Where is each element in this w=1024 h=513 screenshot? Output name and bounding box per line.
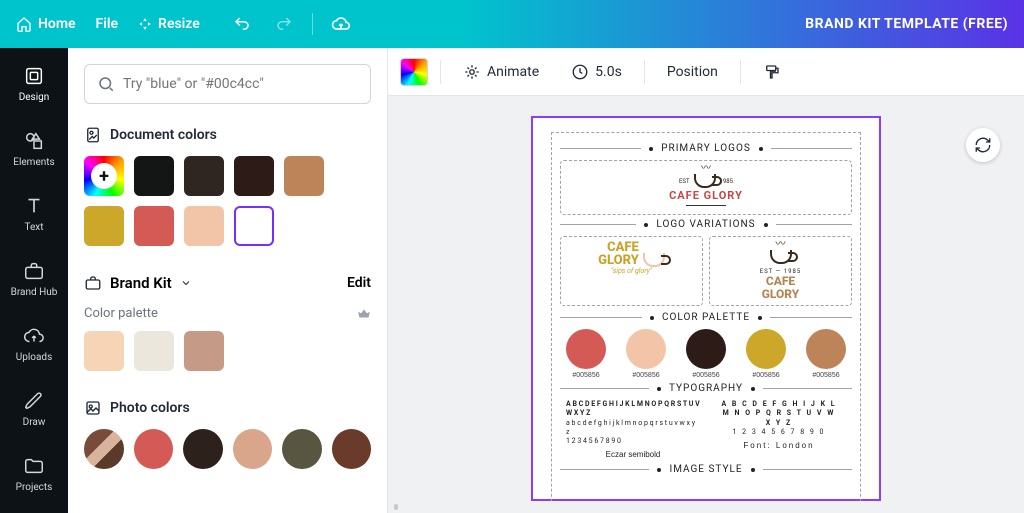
color-search[interactable] [84,64,371,104]
briefcase-icon [22,259,46,283]
photo-colors-header: Photo colors [84,399,371,417]
color-swatch[interactable] [134,156,174,196]
section-typography: TYPOGRAPHY [669,383,743,394]
color-swatch[interactable] [284,156,324,196]
chevron-down-icon [180,277,192,289]
redo-button[interactable] [270,10,298,38]
logo-variation-1[interactable]: CAFE GLORY "sips of glory" [560,236,703,306]
color-swatch[interactable] [282,429,322,469]
color-swatch[interactable] [233,429,273,469]
rail-draw[interactable]: Draw [0,383,68,434]
color-swatch[interactable] [184,156,224,196]
rail-design[interactable]: Design [0,58,68,109]
color-swatch[interactable] [134,429,174,469]
add-color-button[interactable] [84,156,124,196]
rail-brand-hub[interactable]: Brand Hub [0,253,68,304]
color-swatch[interactable] [134,331,174,371]
color-swatch[interactable] [234,156,274,196]
document-title[interactable]: BRAND KIT TEMPLATE (FREE) [805,16,1008,32]
format-painter-button[interactable] [753,57,791,87]
rail-elements[interactable]: Elements [0,123,68,174]
document-colors-header: Document colors [84,126,371,144]
document-icon [84,126,102,144]
rail-text[interactable]: Text [0,188,68,239]
photo-source-thumb[interactable] [84,429,124,469]
position-button[interactable]: Position [657,58,728,86]
palette-swatch[interactable]: #005856 [806,329,846,379]
rail-projects[interactable]: Projects [0,448,68,499]
fill-color-swatch[interactable] [400,58,428,86]
color-swatch[interactable] [184,331,224,371]
color-swatch[interactable] [184,206,224,246]
palette-swatch[interactable]: #005856 [626,329,666,379]
color-palette-label: Color palette [84,306,158,321]
palette-swatch[interactable]: #005856 [686,329,726,379]
document-colors-row [84,156,371,246]
color-swatch[interactable] [183,429,223,469]
typography-sample-1[interactable]: A B C D E F G H I J K L M N O P Q R S T … [566,400,700,460]
palette-swatch[interactable]: #005856 [746,329,786,379]
folder-icon [22,454,46,478]
cloud-sync-icon[interactable] [327,10,355,38]
rail-uploads[interactable]: Uploads [0,318,68,369]
resize-menu[interactable]: Resize [138,16,200,32]
color-swatch[interactable] [84,331,124,371]
brand-kit-edit-button[interactable]: Edit [347,275,371,291]
side-panel: Document colors Brand Kit Edit Color pal… [68,48,388,513]
sparkle-icon [463,63,481,81]
animate-button[interactable]: Animate [453,57,549,87]
clock-icon [571,63,589,81]
color-swatch[interactable] [332,429,372,469]
section-logo-variations: LOGO VARIATIONS [656,219,755,230]
pencil-icon [22,389,46,413]
section-primary-logos: PRIMARY LOGOS [661,143,751,154]
paint-roller-icon [763,63,781,81]
section-color-palette: COLOR PALETTE [662,312,750,323]
color-swatch[interactable] [234,206,274,246]
briefcase-icon [84,274,102,292]
logo-variation-2[interactable]: 〰 EST — 1985 CAFE GLORY [709,236,852,306]
elements-icon [22,129,46,153]
regenerate-button[interactable] [966,128,1000,162]
top-menubar: Home File Resize BRAND KIT TEMPLATE (FRE… [0,0,1024,48]
design-page[interactable]: PRIMARY LOGOS 〰 EST 1985 CAFE GLORY [531,116,881,501]
tool-rail: Design Elements Text Brand Hub Uploads D… [0,48,68,513]
color-swatch[interactable] [134,206,174,246]
search-icon [97,75,115,93]
page-palette-row: #005856 #005856 #005856 #005856 #005856 [566,329,846,379]
section-image-style: IMAGE STYLE [669,464,742,475]
color-search-input[interactable] [123,76,358,92]
text-icon [22,194,46,218]
home-menu[interactable]: Home [16,16,76,32]
brand-colors-row [84,331,371,371]
canvas-area: Animate 5.0s Position PRIMARY LOGOS [388,48,1024,513]
color-swatch[interactable] [84,206,124,246]
primary-logo[interactable]: 〰 EST 1985 CAFE GLORY [560,160,852,215]
canvas-viewport[interactable]: PRIMARY LOGOS 〰 EST 1985 CAFE GLORY [388,96,1024,501]
typography-sample-2[interactable]: A B C D E F G H I J K L M N O P Q R S T … [712,400,846,460]
photo-colors-row [84,429,371,469]
refresh-icon [974,136,992,154]
file-menu[interactable]: File [96,16,119,32]
image-icon [84,399,102,417]
canvas-toolbar: Animate 5.0s Position [388,48,1024,96]
horizontal-scrollbar[interactable] [388,501,1024,513]
brand-kit-header[interactable]: Brand Kit [84,274,192,292]
undo-button[interactable] [228,10,256,38]
palette-swatch[interactable]: #005856 [566,329,606,379]
cloud-upload-icon [22,324,46,348]
duration-button[interactable]: 5.0s [561,57,632,87]
crown-icon [357,307,371,321]
design-icon [22,64,46,88]
